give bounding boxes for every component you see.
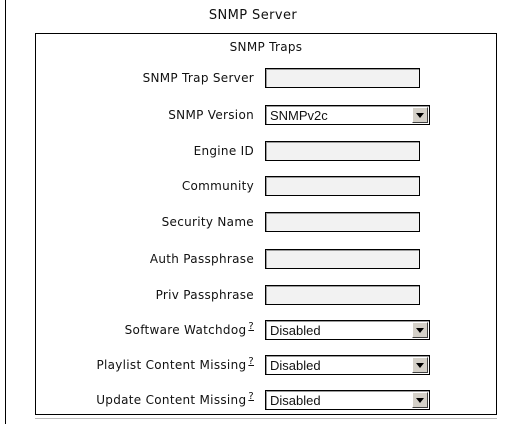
chevron-down-icon [416,398,424,403]
snmp-trap-server-input[interactable] [265,68,420,88]
chevron-down-icon [416,328,424,333]
dropdown-button[interactable] [412,107,428,123]
label-update-content-missing: Update Content Missing? [96,391,254,407]
dropdown-button[interactable] [412,392,428,408]
chevron-down-icon [416,363,424,368]
row-snmp-trap-server: SNMP Trap Server [36,68,498,90]
help-link[interactable]: ? [248,321,254,332]
label-priv-passphrase: Priv Passphrase [155,288,254,302]
dropdown-button[interactable] [412,357,428,373]
dropdown-button[interactable] [412,322,428,338]
row-software-watchdog: Software Watchdog? Disabled [36,320,498,342]
label-playlist-content-missing: Playlist Content Missing? [96,356,254,372]
row-priv-passphrase: Priv Passphrase [36,285,498,307]
auth-passphrase-input[interactable] [265,249,420,269]
software-watchdog-select[interactable]: Disabled [265,320,430,340]
row-snmp-version: SNMP Version SNMPv2c [36,105,498,127]
security-name-input[interactable] [265,212,420,232]
update-content-missing-value: Disabled [270,393,321,408]
snmp-version-value: SNMPv2c [270,108,328,123]
playlist-content-missing-select[interactable]: Disabled [265,355,430,375]
bottom-divider [35,418,497,419]
engine-id-input[interactable] [265,141,420,161]
row-auth-passphrase: Auth Passphrase [36,249,498,271]
priv-passphrase-input[interactable] [265,285,420,305]
label-software-watchdog: Software Watchdog? [124,321,254,337]
snmp-version-select[interactable]: SNMPv2c [265,105,430,125]
label-snmp-trap-server: SNMP Trap Server [142,71,254,85]
left-divider [5,0,6,424]
label-engine-id: Engine ID [193,144,254,158]
software-watchdog-value: Disabled [270,323,321,338]
playlist-content-missing-value: Disabled [270,358,321,373]
label-community: Community [181,179,254,193]
update-content-missing-select[interactable]: Disabled [265,390,430,410]
row-community: Community [36,176,498,198]
snmp-traps-panel: SNMP Traps SNMP Trap Server SNMP Version… [35,33,497,415]
label-auth-passphrase: Auth Passphrase [149,252,254,266]
section-title-snmp-server: SNMP Server [208,8,298,23]
label-snmp-version: SNMP Version [168,108,254,122]
panel-title-snmp-traps: SNMP Traps [229,40,303,54]
help-link[interactable]: ? [248,356,254,367]
row-engine-id: Engine ID [36,141,498,163]
chevron-down-icon [416,113,424,118]
label-security-name: Security Name [161,215,254,229]
help-link[interactable]: ? [248,391,254,402]
row-update-content-missing: Update Content Missing? Disabled [36,390,498,412]
community-input[interactable] [265,176,420,196]
row-security-name: Security Name [36,212,498,234]
row-playlist-content-missing: Playlist Content Missing? Disabled [36,355,498,377]
